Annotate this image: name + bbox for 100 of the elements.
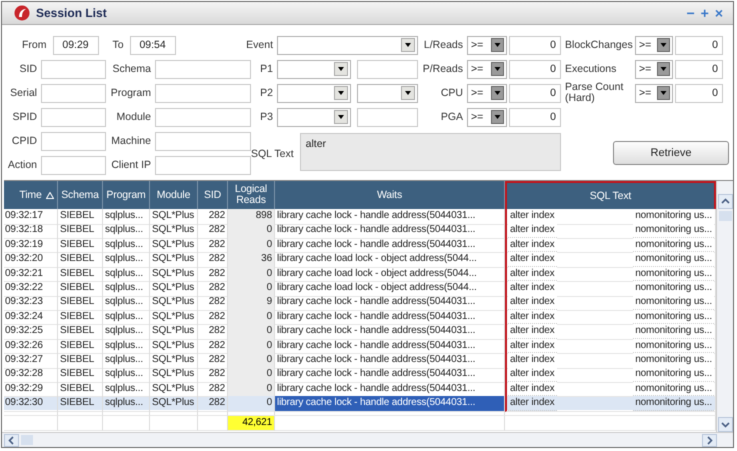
table-cell: 09:32:25 <box>4 324 58 340</box>
operator-dropdown[interactable]: >= <box>635 36 673 54</box>
input-field[interactable]: 0 <box>675 36 723 54</box>
input-field[interactable] <box>155 132 251 150</box>
table-cell: 09:32:18 <box>4 223 58 240</box>
table-cell: library cache lock - handle address(5044031... <box>275 367 505 383</box>
table-cell: library cache lock - handle address(5044031... <box>275 396 505 412</box>
app-logo-icon <box>14 5 30 21</box>
table-cell: sqlplus... <box>103 209 150 225</box>
input-field[interactable]: 0 <box>509 84 561 102</box>
input-field[interactable] <box>41 60 106 78</box>
input-field[interactable] <box>41 108 106 126</box>
operator-dropdown[interactable]: >= <box>635 60 673 78</box>
table-cell: library cache lock - handle address(5044031... <box>275 324 505 340</box>
column-header[interactable]: Time <box>4 181 58 209</box>
input-field[interactable] <box>155 108 251 126</box>
field-label: SPID <box>11 111 38 123</box>
input-field[interactable] <box>41 132 106 150</box>
input-field[interactable]: 0 <box>675 84 723 102</box>
input-field[interactable]: 0 <box>675 60 723 78</box>
table-cell: sqlplus... <box>103 396 150 412</box>
input-field[interactable]: 0 <box>509 108 561 126</box>
input-field[interactable] <box>357 60 418 78</box>
window-control[interactable]: + <box>698 6 711 20</box>
horizontal-scrollbar[interactable] <box>2 432 733 447</box>
input-field[interactable] <box>155 60 251 78</box>
table-cell: SIEBEL <box>58 352 103 369</box>
window-control[interactable]: × <box>712 6 725 20</box>
scroll-left-icon[interactable] <box>4 434 19 446</box>
operator-dropdown[interactable]: >= <box>467 36 507 54</box>
table-cell: SQL*Plus <box>150 324 198 340</box>
value-dropdown[interactable] <box>357 84 418 102</box>
total-cell: 42,621 <box>228 416 275 432</box>
input-field[interactable] <box>41 156 106 174</box>
column-title: Module <box>156 190 190 200</box>
table-cell: 09:32:30 <box>4 396 58 412</box>
column-title: Program <box>106 190 146 200</box>
sort-triangle-icon <box>46 192 54 199</box>
param-dropdown[interactable] <box>277 60 351 78</box>
param-dropdown[interactable] <box>277 84 351 102</box>
sql-text-end: nomonitoring us... <box>633 324 714 339</box>
field-label: Client IP <box>110 159 152 171</box>
input-field[interactable]: 0 <box>509 60 561 78</box>
table-cell: SQL*Plus <box>150 352 198 369</box>
operator-dropdown[interactable]: >= <box>467 108 507 126</box>
table-cell: sqlplus... <box>103 338 150 354</box>
table-cell: 0 <box>228 396 275 412</box>
column-header[interactable]: Schema <box>58 181 103 209</box>
table-cell: sqlplus... <box>103 238 150 254</box>
column-header[interactable]: Module <box>150 181 198 209</box>
scrollbar-thumb[interactable] <box>21 435 33 445</box>
table-cell: SIEBEL <box>58 396 103 412</box>
table-cell: SQL*Plus <box>150 209 198 225</box>
sql-text-start: alter index <box>508 382 556 396</box>
field-label: Module <box>116 111 152 123</box>
scroll-down-icon[interactable] <box>718 417 732 432</box>
field-label: SID <box>18 63 38 75</box>
table-cell: SIEBEL <box>58 223 103 240</box>
input-field[interactable]: 0 <box>509 36 561 54</box>
scrollbar-thumb[interactable] <box>718 211 732 221</box>
scroll-up-icon[interactable] <box>718 194 732 209</box>
input-field[interactable] <box>155 84 251 102</box>
operator-dropdown[interactable]: >= <box>467 60 507 78</box>
input-field[interactable] <box>357 108 418 126</box>
input-field[interactable] <box>155 156 251 174</box>
table-cell: sqlplus... <box>103 223 150 240</box>
time-field[interactable]: 09:29 <box>52 36 98 54</box>
table-cell: sqlplus... <box>103 252 150 268</box>
table-cell: library cache load lock - object address(5044... <box>275 280 505 297</box>
table-cell: 0 <box>228 367 275 383</box>
table-cell: library cache lock - handle address(5044031... <box>275 209 505 225</box>
field-label: BlockChanges <box>564 40 633 50</box>
param-dropdown[interactable] <box>277 108 351 126</box>
table-cell: library cache load lock - object address(5044... <box>275 266 505 282</box>
field-label: Program <box>110 87 152 99</box>
table-cell: SIEBEL <box>58 324 103 340</box>
time-field[interactable]: 09:54 <box>130 36 176 54</box>
table-cell: sqlplus... <box>103 367 150 383</box>
scroll-right-icon[interactable] <box>702 434 717 446</box>
column-header[interactable]: SID <box>198 181 228 209</box>
input-field[interactable] <box>41 84 106 102</box>
operator-dropdown[interactable]: >= <box>635 84 673 102</box>
column-header[interactable]: Waits <box>275 181 505 209</box>
table-cell: sqlplus... <box>103 266 150 282</box>
table-cell: SQL*Plus <box>150 252 198 268</box>
table-cell: SIEBEL <box>58 280 103 297</box>
table-cell: SIEBEL <box>58 266 103 282</box>
column-header[interactable]: Program <box>103 181 150 209</box>
event-dropdown[interactable] <box>277 36 418 54</box>
sql-text-field[interactable]: alter <box>300 133 561 171</box>
sql-text-start: alter index <box>508 396 556 411</box>
window-control[interactable]: − <box>684 6 697 20</box>
retrieve-button[interactable]: Retrieve <box>613 141 729 165</box>
field-label: PGA <box>440 111 464 123</box>
operator-dropdown[interactable]: >= <box>467 84 507 102</box>
field-label: To <box>112 39 125 51</box>
vertical-scrollbar[interactable] <box>716 181 733 432</box>
empty-cell <box>4 416 58 432</box>
table-cell: library cache lock - handle address(5044031... <box>275 223 505 240</box>
table-row[interactable]: 09:32:30 SIEBEL sqlplus... SQL*Plus 282 0 library cache lock - handle address(5044031... alter index nomonitoring us... <box>4 396 716 410</box>
